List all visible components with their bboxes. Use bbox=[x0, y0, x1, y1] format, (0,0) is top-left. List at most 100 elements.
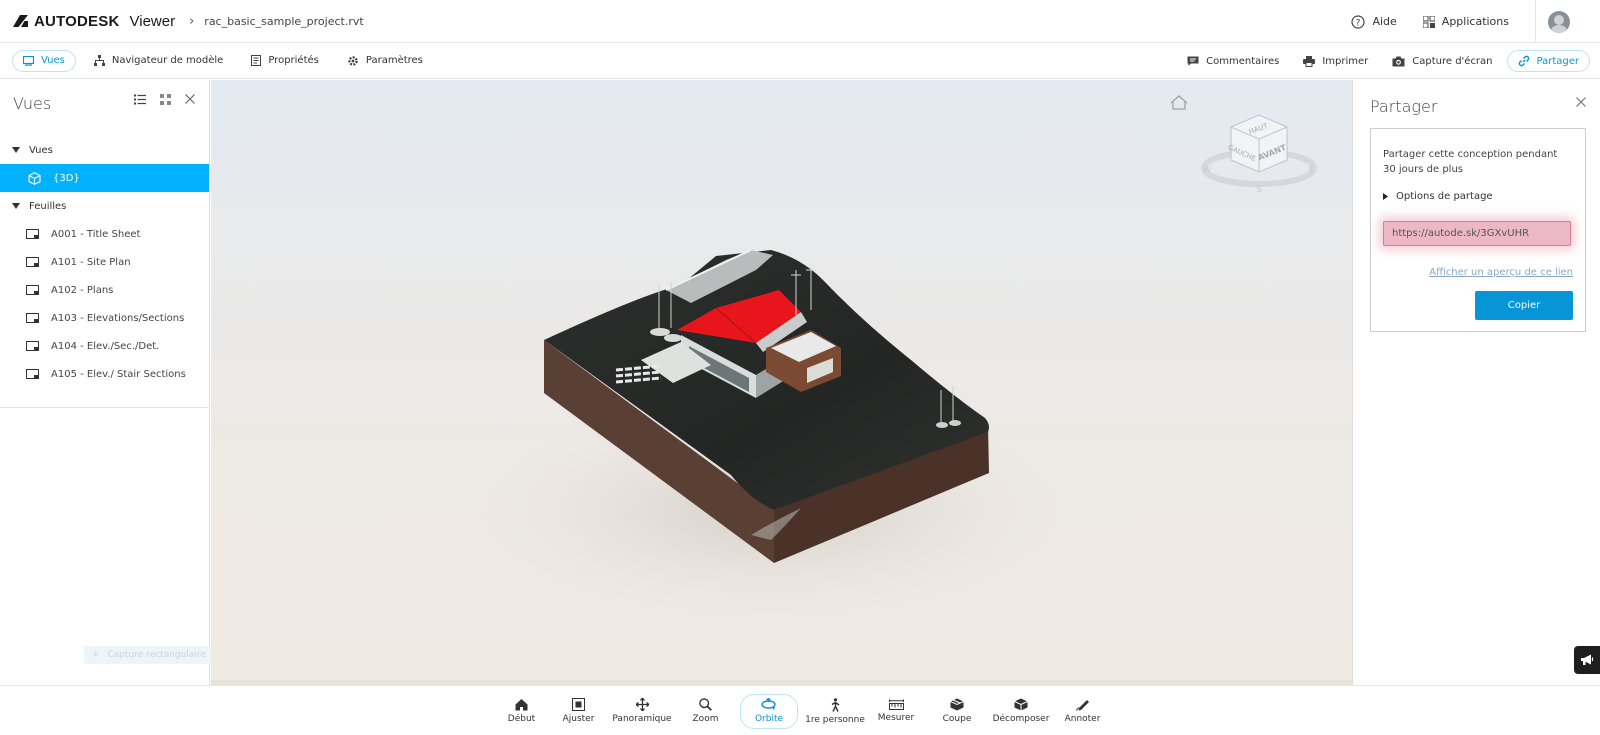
share-options-toggle[interactable]: Options de partage bbox=[1383, 191, 1493, 202]
tree-item-sheet[interactable]: A102 - Plans bbox=[0, 276, 209, 304]
first-person-icon bbox=[831, 697, 839, 712]
tree-group-sheets[interactable]: Feuilles bbox=[0, 192, 209, 220]
sheet-icon bbox=[26, 369, 39, 379]
share-label: Partager bbox=[1536, 55, 1579, 67]
close-panel-icon[interactable] bbox=[185, 94, 195, 104]
main-toolbar: Vues Navigateur de modèle Propriétés Par… bbox=[0, 43, 1600, 79]
camera-icon bbox=[1392, 56, 1405, 66]
tab-views[interactable]: Vues bbox=[12, 49, 76, 72]
tool-zoom[interactable]: Zoom bbox=[677, 686, 734, 735]
tool-section[interactable]: Coupe bbox=[926, 686, 988, 735]
views-panel: Vues Vues {3D} Feuilles A001 - Title She… bbox=[0, 80, 248, 685]
umbrella-disc bbox=[936, 422, 948, 428]
comments-label: Commentaires bbox=[1206, 55, 1280, 67]
link-icon bbox=[1518, 55, 1529, 67]
applications-button[interactable]: Applications bbox=[1422, 15, 1509, 28]
views-panel-title: Vues bbox=[13, 94, 52, 113]
tool-label: Annoter bbox=[1064, 714, 1101, 724]
tree-item-label: A102 - Plans bbox=[51, 284, 114, 296]
tree-item-label: A101 - Site Plan bbox=[51, 256, 131, 268]
tab-properties[interactable]: Propriétés bbox=[241, 50, 329, 72]
umbrella-disc bbox=[664, 334, 682, 342]
markup-icon bbox=[1075, 700, 1089, 711]
navigation-toolbar: Début Ajuster Panoramique Zoom Orbite 1r… bbox=[0, 685, 1600, 735]
tab-settings[interactable]: Paramètres bbox=[337, 50, 433, 72]
tool-markup[interactable]: Annoter bbox=[1054, 686, 1111, 735]
comment-icon bbox=[1187, 56, 1199, 66]
header-divider bbox=[1535, 0, 1536, 43]
tool-label: Décomposer bbox=[992, 714, 1050, 724]
screenshot-button[interactable]: Capture d'écran bbox=[1382, 50, 1502, 72]
autodesk-logo[interactable]: AUTODESK Viewer bbox=[13, 13, 175, 30]
file-name-breadcrumb[interactable]: rac_basic_sample_project.rvt bbox=[204, 15, 363, 28]
copy-button[interactable]: Copier bbox=[1475, 291, 1573, 320]
tab-properties-label: Propriétés bbox=[268, 55, 319, 66]
model-browser-icon bbox=[93, 55, 105, 66]
tool-explode[interactable]: Décomposer bbox=[988, 686, 1054, 735]
tree-item-sheet[interactable]: A101 - Site Plan bbox=[0, 248, 209, 276]
share-card: Partager cette conception pendant 30 jou… bbox=[1370, 128, 1586, 332]
top-header: AUTODESK Viewer › rac_basic_sample_proje… bbox=[0, 0, 1600, 43]
tool-fit[interactable]: Ajuster bbox=[550, 686, 607, 735]
tool-measure[interactable]: Mesurer bbox=[866, 686, 926, 735]
tree-item-label: A104 - Elev./Sec./Det. bbox=[51, 340, 160, 352]
brand-name: AUTODESK bbox=[34, 12, 120, 30]
tool-orbit[interactable]: Orbite bbox=[734, 686, 804, 735]
tool-label: Zoom bbox=[692, 714, 719, 724]
tab-model-browser[interactable]: Navigateur de modèle bbox=[84, 50, 233, 72]
tree-item-label: {3D} bbox=[53, 172, 80, 184]
product-name: Viewer bbox=[129, 12, 176, 30]
tree-item-label: A105 - Elev./ Stair Sections bbox=[51, 368, 186, 380]
tree-item-label: A001 - Title Sheet bbox=[51, 228, 141, 240]
user-avatar[interactable] bbox=[1548, 10, 1570, 33]
tool-first-person[interactable]: 1re personne bbox=[804, 686, 866, 735]
settings-gear-icon bbox=[348, 55, 358, 66]
share-url-field[interactable]: https://autode.sk/3GXvUHR bbox=[1383, 221, 1571, 246]
explode-icon bbox=[1014, 698, 1028, 711]
comments-button[interactable]: Commentaires bbox=[1177, 50, 1289, 72]
home-view-icon[interactable] bbox=[1170, 95, 1188, 110]
tree-item-sheet[interactable]: A103 - Elevations/Sections bbox=[0, 304, 209, 332]
grid-view-icon[interactable] bbox=[160, 94, 171, 105]
tool-pan[interactable]: Panoramique bbox=[607, 686, 677, 735]
tool-home[interactable]: Début bbox=[493, 686, 550, 735]
compass-west-label: W bbox=[1203, 165, 1211, 174]
tool-label: 1re personne bbox=[805, 714, 865, 725]
tab-settings-label: Paramètres bbox=[365, 55, 423, 66]
pan-icon bbox=[635, 698, 649, 711]
list-view-icon[interactable] bbox=[134, 94, 146, 105]
tool-label: Mesurer bbox=[877, 713, 915, 723]
viewcube[interactable]: HAUT GAUCHE AVANT W S E bbox=[1201, 114, 1317, 194]
print-button[interactable]: Imprimer bbox=[1293, 50, 1378, 72]
tree-item-label: A103 - Elevations/Sections bbox=[51, 312, 185, 324]
chevron-right-icon: › bbox=[189, 13, 195, 29]
orbit-icon bbox=[761, 697, 777, 710]
help-button[interactable]: ? Aide bbox=[1351, 14, 1397, 29]
tree-item-sheet[interactable]: A001 - Title Sheet bbox=[0, 220, 209, 248]
tool-label: Orbite bbox=[754, 713, 784, 724]
share-button[interactable]: Partager bbox=[1506, 50, 1590, 72]
umbrella-disc bbox=[650, 328, 670, 336]
announcement-button[interactable] bbox=[1574, 646, 1600, 674]
caret-down-icon bbox=[12, 147, 20, 153]
views-icon bbox=[23, 55, 34, 66]
tree-item-sheet[interactable]: A105 - Elev./ Stair Sections bbox=[0, 360, 209, 388]
tool-label: Ajuster bbox=[562, 714, 595, 724]
tree-group-label: Feuilles bbox=[29, 200, 67, 212]
caret-right-icon bbox=[1383, 193, 1388, 200]
help-icon: ? bbox=[1351, 14, 1366, 29]
3d-viewport-canvas[interactable]: HAUT GAUCHE AVANT W S E bbox=[211, 80, 1352, 685]
preview-link[interactable]: Afficher un aperçu de ce lien bbox=[1429, 267, 1573, 278]
tree-item-sheet[interactable]: A104 - Elev./Sec./Det. bbox=[0, 332, 209, 360]
close-icon[interactable] bbox=[1576, 97, 1586, 107]
tree-item-3d-view[interactable]: {3D} bbox=[0, 164, 209, 192]
umbrella-disc bbox=[949, 420, 961, 426]
section-icon bbox=[950, 698, 964, 711]
help-label: Aide bbox=[1372, 15, 1397, 28]
sheet-icon bbox=[26, 229, 39, 239]
sheet-icon bbox=[26, 257, 39, 267]
compass-east-label: E bbox=[1308, 165, 1313, 174]
zoom-icon bbox=[699, 698, 712, 711]
tree-group-views[interactable]: Vues bbox=[0, 136, 209, 164]
3d-model-scene: HAUT GAUCHE AVANT W S E bbox=[471, 95, 1317, 620]
